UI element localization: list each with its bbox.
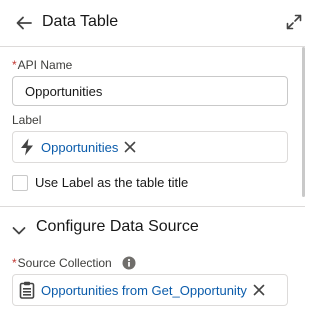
chevron-down-icon	[12, 223, 26, 235]
source-collection-pill[interactable]: Opportunities from Get_Opportunity	[19, 280, 266, 300]
api-name-label: *API Name	[12, 58, 72, 72]
remove-label-icon[interactable]	[123, 140, 137, 154]
label-pill[interactable]: Opportunities	[19, 137, 137, 157]
api-name-value: Opportunities	[25, 84, 103, 99]
label-pill-container: Opportunities	[12, 131, 288, 163]
required-marker: *	[12, 256, 17, 270]
configure-data-source-section-toggle[interactable]: Configure Data Source	[0, 210, 300, 244]
panel-title: Data Table	[42, 13, 119, 30]
info-icon[interactable]	[122, 256, 136, 270]
panel-header: Data Table	[0, 0, 305, 47]
collection-icon	[19, 281, 35, 299]
source-collection-label: *Source Collection	[12, 256, 112, 270]
expand-icon[interactable]	[286, 14, 302, 30]
use-label-as-title-checkbox[interactable]	[12, 175, 28, 191]
remove-source-collection-icon[interactable]	[252, 283, 266, 297]
scrollbar-thumb[interactable]	[302, 47, 305, 197]
source-collection-pill-text: Opportunities from Get_Opportunity	[41, 282, 247, 298]
data-table-property-panel: Data Table *API Name Opportunities Label…	[0, 0, 305, 317]
api-name-label-text: API Name	[17, 58, 73, 72]
source-collection-label-text: Source Collection	[17, 256, 112, 270]
use-label-as-title-label: Use Label as the table title	[35, 175, 189, 190]
label-field-label: Label	[12, 113, 42, 127]
section-title: Configure Data Source	[36, 218, 199, 235]
source-collection-pill-container: Opportunities from Get_Opportunity	[12, 274, 288, 306]
back-arrow-icon[interactable]	[15, 14, 33, 32]
lightning-bolt-icon	[19, 138, 35, 156]
label-pill-text: Opportunities	[41, 139, 119, 155]
api-name-input[interactable]: Opportunities	[12, 76, 288, 106]
section-divider	[0, 206, 305, 207]
required-marker: *	[12, 58, 17, 72]
